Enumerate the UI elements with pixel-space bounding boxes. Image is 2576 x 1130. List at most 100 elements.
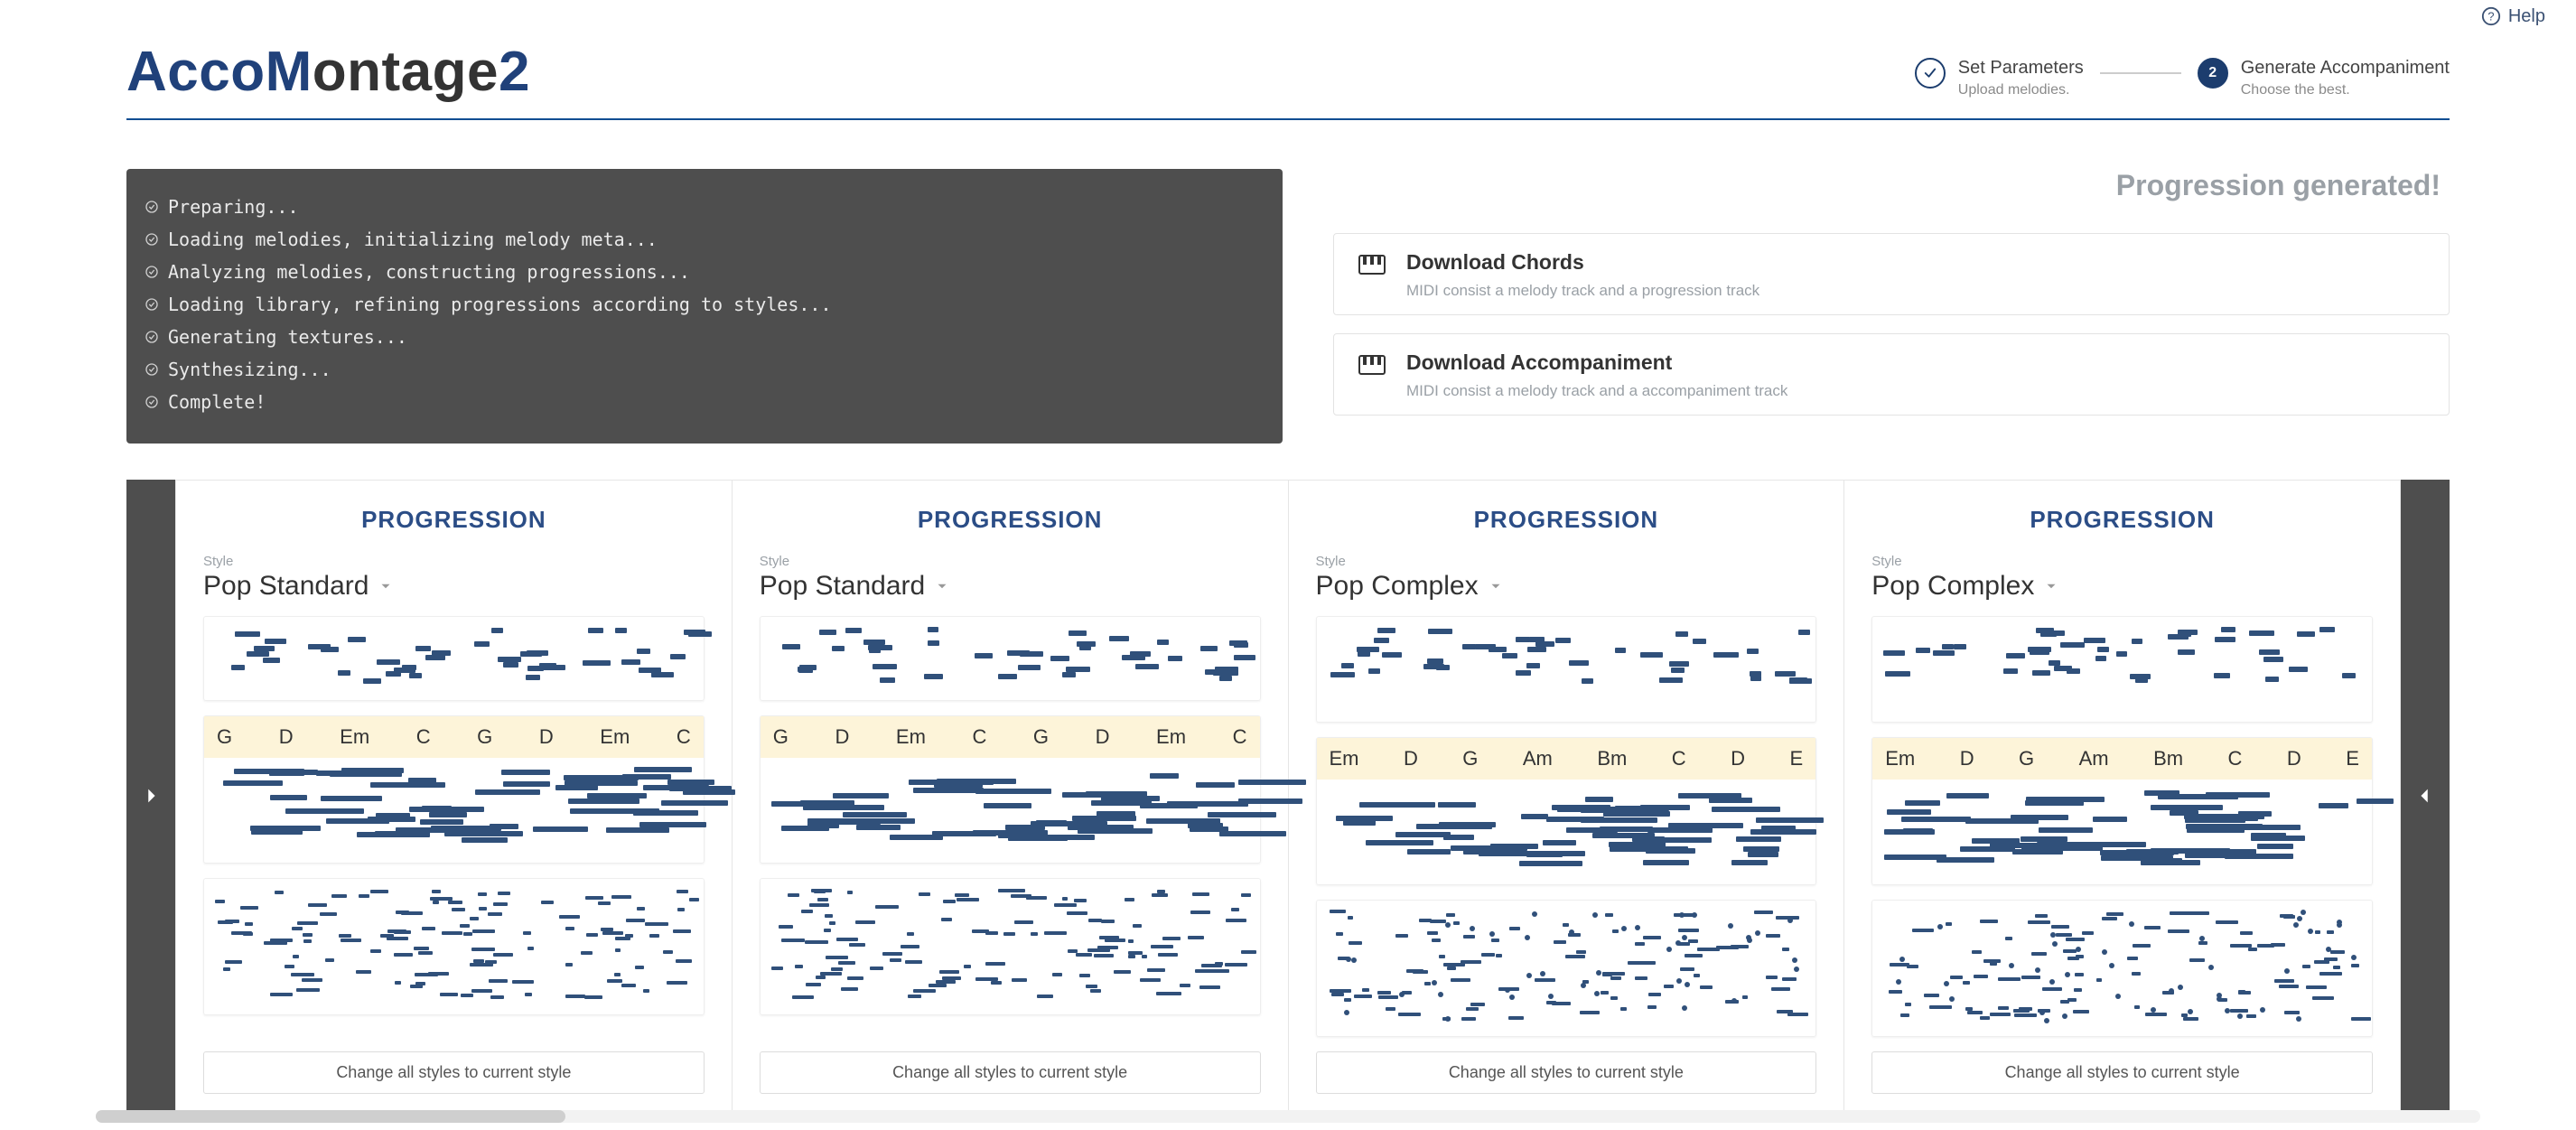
chord-roll[interactable]: G D Em C G D Em C — [760, 715, 1261, 864]
chevron-down-icon — [378, 578, 394, 594]
log-console: Preparing... Loading melodies, initializ… — [126, 169, 1283, 444]
style-value: Pop Complex — [1316, 571, 1479, 602]
chord-label: D — [835, 725, 849, 749]
card-title: PROGRESSION — [1871, 506, 2373, 534]
check-circle-icon — [145, 362, 159, 377]
status-text: Progression generated! — [1333, 169, 2441, 202]
download-title: Download Chords — [1406, 250, 1759, 275]
chord-label: Em — [1885, 747, 1915, 770]
change-style-button[interactable]: Change all styles to current style — [203, 1051, 705, 1094]
check-circle-icon — [145, 330, 159, 344]
download-accompaniment-button[interactable]: Download Accompaniment MIDI consist a me… — [1333, 333, 2450, 416]
chord-roll[interactable]: EmDGAmBmCDE — [1871, 737, 2373, 885]
chord-labels: G D Em C G D Em C — [761, 716, 1260, 758]
check-circle-icon — [145, 297, 159, 312]
chord-label: D — [1096, 725, 1110, 749]
horizontal-scrollbar[interactable] — [96, 1110, 2480, 1123]
style-dropdown[interactable]: Pop Complex — [1316, 571, 1817, 602]
change-style-button[interactable]: Change all styles to current style — [1316, 1051, 1817, 1094]
step-generate[interactable]: 2 Generate Accompaniment Choose the best… — [2198, 58, 2450, 98]
download-chords-button[interactable]: Download Chords MIDI consist a melody tr… — [1333, 233, 2450, 315]
help-icon: ? — [2481, 6, 2501, 26]
midi-icon — [1358, 350, 1386, 400]
style-dropdown[interactable]: Pop Standard — [203, 571, 705, 602]
chord-label: D — [539, 725, 554, 749]
texture-roll[interactable] — [760, 878, 1261, 1015]
chord-label: C — [416, 725, 431, 749]
app-logo: AccoMontage2 — [126, 40, 530, 104]
chord-label: C — [972, 725, 986, 749]
card-title: PROGRESSION — [760, 506, 1261, 534]
chord-label: Am — [1523, 747, 1553, 770]
texture-roll[interactable] — [1316, 900, 1817, 1037]
chord-label: C — [2228, 747, 2243, 770]
chord-label: C — [1672, 747, 1686, 770]
chevron-left-icon — [2415, 786, 2435, 806]
style-dropdown[interactable]: Pop Standard — [760, 571, 1261, 602]
chord-label: D — [2287, 747, 2301, 770]
step-connector — [2100, 72, 2181, 74]
progression-card[interactable]: PROGRESSIONStylePop ComplexEmDGAmBmCDECh… — [1288, 480, 1845, 1111]
chord-label: D — [1960, 747, 1974, 770]
chord-label: D — [1404, 747, 1418, 770]
download-title: Download Accompaniment — [1406, 350, 1787, 375]
help-link[interactable]: ? Help — [2481, 6, 2545, 27]
chord-label: E — [2346, 747, 2359, 770]
step-title: Generate Accompaniment — [2241, 58, 2450, 79]
download-sub: MIDI consist a melody track and a progre… — [1406, 282, 1759, 300]
chord-label: Em — [340, 725, 369, 749]
chord-label: Em — [896, 725, 926, 749]
style-dropdown[interactable]: Pop Complex — [1871, 571, 2373, 602]
topbar: ? Help — [31, 0, 2545, 22]
chevron-down-icon — [1488, 578, 1504, 594]
style-value: Pop Complex — [1871, 571, 2034, 602]
progress-steps: Set Parameters Upload melodies. 2 Genera… — [1915, 58, 2450, 104]
chord-label: Am — [2079, 747, 2109, 770]
change-style-button[interactable]: Change all styles to current style — [1871, 1051, 2373, 1094]
melody-roll[interactable] — [1871, 616, 2373, 723]
chord-label: D — [1731, 747, 1745, 770]
step-sub: Upload melodies. — [1958, 82, 2084, 98]
progression-carousel: PROGRESSION Style Pop Standard G D Em C G D Em C Ch… — [126, 480, 2450, 1111]
carousel-next-button[interactable] — [2401, 480, 2450, 1111]
chord-label: C — [1233, 725, 1247, 749]
step-title: Set Parameters — [1958, 58, 2084, 79]
carousel-prev-button[interactable] — [126, 480, 175, 1111]
texture-roll[interactable] — [203, 878, 705, 1015]
chord-label: G — [217, 725, 232, 749]
download-sub: MIDI consist a melody track and a accomp… — [1406, 382, 1787, 400]
check-icon — [1915, 58, 1946, 89]
chord-label: Em — [600, 725, 630, 749]
chord-label: E — [1789, 747, 1803, 770]
chord-labels: GDEmCGDEmC — [204, 716, 704, 758]
step-number-icon: 2 — [2198, 58, 2228, 89]
chord-label: G — [1033, 725, 1049, 749]
melody-roll[interactable] — [760, 616, 1261, 701]
chevron-right-icon — [141, 786, 161, 806]
card-title: PROGRESSION — [203, 506, 705, 534]
chord-label: Em — [1156, 725, 1186, 749]
melody-roll[interactable] — [203, 616, 705, 701]
scrollbar-thumb[interactable] — [96, 1110, 565, 1123]
chord-label: C — [677, 725, 691, 749]
progression-card[interactable]: PROGRESSIONStylePop ComplexEmDGAmBmCDECh… — [1843, 480, 2401, 1111]
melody-roll[interactable] — [1316, 616, 1817, 723]
chord-labels: EmDGAmBmCDE — [1317, 738, 1816, 780]
chord-label: Bm — [2153, 747, 2183, 770]
chord-roll[interactable]: EmDGAmBmCDE — [1316, 737, 1817, 885]
change-style-button[interactable]: Change all styles to current style — [760, 1051, 1261, 1094]
check-circle-icon — [145, 200, 159, 214]
texture-roll[interactable] — [1871, 900, 2373, 1037]
chord-roll[interactable]: GDEmCGDEmC — [203, 715, 705, 864]
progression-card[interactable]: PROGRESSIONStylePop StandardGDEmCGDEmCCh… — [175, 480, 733, 1111]
chevron-down-icon — [934, 578, 950, 594]
style-field-label: Style — [760, 554, 1261, 569]
check-circle-icon — [145, 265, 159, 279]
chord-label: G — [773, 725, 789, 749]
chord-labels: EmDGAmBmCDE — [1872, 738, 2372, 780]
chord-label: D — [279, 725, 294, 749]
progression-card[interactable]: PROGRESSION Style Pop Standard G D Em C G D Em C Ch… — [732, 480, 1289, 1111]
check-circle-icon — [145, 232, 159, 247]
chevron-down-icon — [2043, 578, 2059, 594]
step-set-parameters[interactable]: Set Parameters Upload melodies. — [1915, 58, 2084, 98]
